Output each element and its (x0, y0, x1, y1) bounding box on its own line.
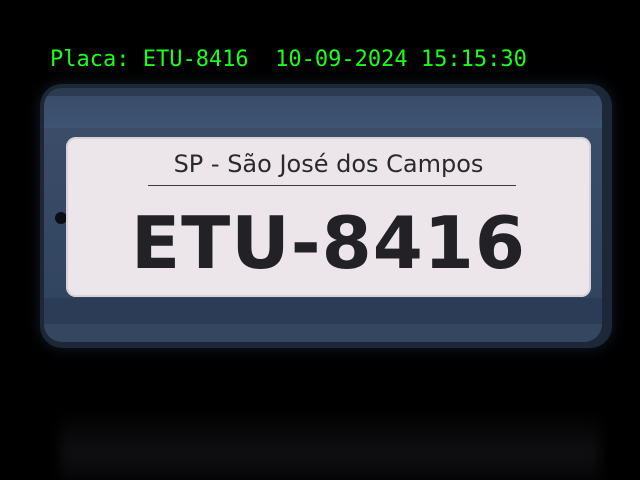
floor-reflection (60, 410, 600, 480)
plate-recognition-overlay: Placa: ETU-8416 10-09-2024 15:15:30 (50, 47, 527, 72)
license-plate: SP - São José dos Campos ETU-8416 (66, 137, 591, 297)
plate-divider (148, 185, 516, 186)
camera-frame: Placa: ETU-8416 10-09-2024 15:15:30 SP -… (0, 0, 640, 480)
plate-header: SP - São José dos Campos (173, 150, 484, 178)
plate-number: ETU-8416 (130, 201, 527, 285)
